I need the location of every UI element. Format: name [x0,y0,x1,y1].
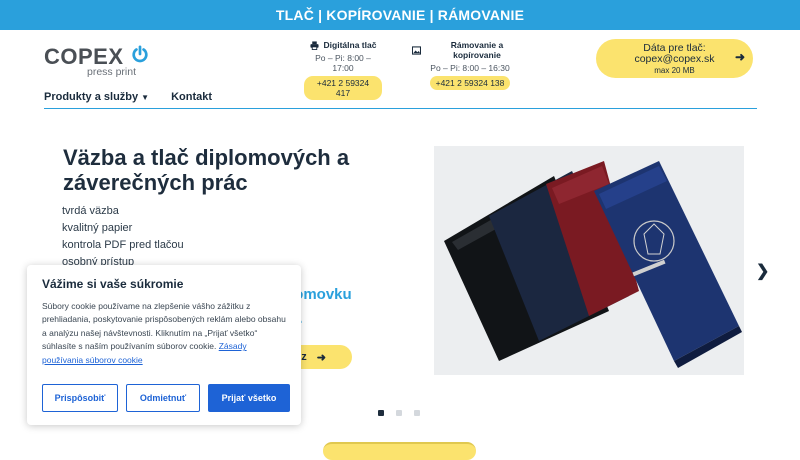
contact-digital-print: Digitálna tlač Po – Pi: 8:00 – 17:00 +42… [304,40,382,100]
feature-item: kontrola PDF pred tlačou [62,239,184,251]
contact-framing: Rámovanie a kopírovanie Po – Pi: 8:00 – … [412,40,528,90]
top-banner: TLAČ | KOPÍROVANIE | RÁMOVANIE [0,0,800,30]
arrow-right-icon: ➜ [316,351,327,364]
feature-list: tvrdá väzba kvalitný papier kontrola PDF… [62,203,184,271]
main-nav: Produkty a služby ▼ Kontakt [44,91,212,103]
hero-title: Väzba a tlač diplomových a záverečných p… [63,145,350,195]
chevron-down-icon: ▼ [141,93,150,102]
arrow-right-icon: ➜ [734,50,745,64]
contact-hours: Po – Pi: 8:00 – 17:00 [315,53,371,73]
cookie-body: Súbory cookie používame na zlepšenie váš… [42,300,286,367]
contact-title: Digitálna tlač [323,40,377,50]
phone-link[interactable]: +421 2 59324 138 [429,76,511,90]
cookie-title: Vážime si vaše súkromie [42,277,184,291]
carousel-dot[interactable] [414,410,420,416]
hero-image-thesis-books [434,146,744,375]
contact-hours: Po – Pi: 8:00 – 16:30 [430,63,510,73]
power-icon [132,45,148,63]
nav-contact[interactable]: Kontakt [171,91,212,103]
reject-button[interactable]: Odmietnuť [126,384,200,412]
cookie-buttons: Prispôsobiť Odmietnuť Prijať všetko [42,384,290,412]
carousel-dot[interactable] [378,410,384,416]
data-button-email: copex@copex.sk [634,53,715,65]
printer-icon [309,40,319,50]
data-button-limit: max 20 MB [654,66,695,75]
top-banner-text: TLAČ | KOPÍROVANIE | RÁMOVANIE [275,7,525,23]
nav-products-label: Produkty a služby [44,91,139,103]
contact-title: Rámovanie a kopírovanie [450,40,504,60]
carousel-next-button[interactable]: ❯ [756,261,769,281]
logo-tagline: press print [87,66,137,78]
cookie-consent-dialog: Vážime si vaše súkromie Súbory cookie po… [27,265,301,425]
carousel-dot[interactable] [396,410,402,416]
picture-frame-icon [412,45,421,55]
feature-item: tvrdá väzba [62,205,119,217]
bottom-button-partial[interactable] [323,442,476,460]
carousel-dots [378,410,420,416]
nav-products[interactable]: Produkty a služby ▼ [44,91,149,103]
feature-item: kvalitný papier [62,222,133,234]
print-data-email-button[interactable]: Dáta pre tlač: copex@copex.sk max 20 MB … [596,39,753,78]
accept-all-button[interactable]: Prijať všetko [208,384,290,412]
copex-logo[interactable]: COPEX press print [44,44,154,84]
phone-link[interactable]: +421 2 59324 417 [304,76,382,100]
nav-divider [44,108,757,109]
customize-button[interactable]: Prispôsobiť [42,384,118,412]
cookie-body-text: Súbory cookie používame na zlepšenie váš… [42,301,286,352]
